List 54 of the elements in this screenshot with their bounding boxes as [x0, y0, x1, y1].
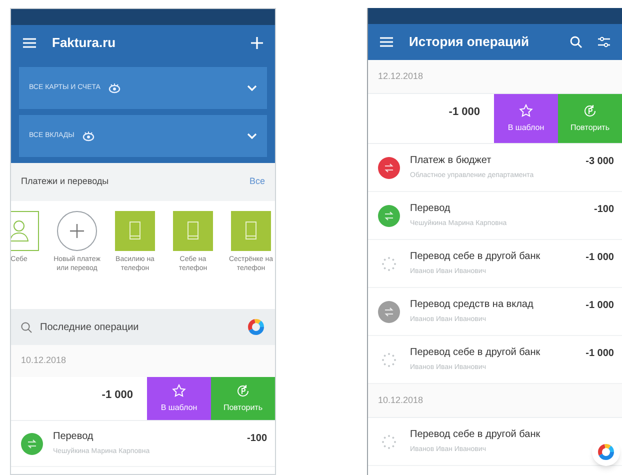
amount: -1 000	[448, 105, 480, 120]
donut-chart-icon	[597, 443, 615, 461]
repeat-icon	[583, 104, 597, 118]
arrows-icon	[383, 306, 395, 318]
plus-circle-icon	[57, 211, 97, 251]
app-title: История операций	[409, 33, 530, 52]
date-header: 10.12.2018	[11, 345, 275, 377]
amount: -1 000	[586, 251, 614, 265]
phone-icon	[231, 211, 271, 251]
operation-title: Перевод себе в другой банк	[410, 346, 540, 360]
template-button[interactable]: В шаблон	[147, 377, 211, 420]
repeat-button[interactable]: Повторить	[211, 377, 275, 420]
amount: -1 000	[102, 388, 133, 403]
arrows-icon	[26, 438, 38, 450]
amount: -1 000	[586, 347, 614, 361]
repeat-button[interactable]: Повторить	[558, 94, 622, 143]
add-icon[interactable]	[251, 37, 263, 49]
filter-icon[interactable]	[598, 36, 610, 48]
chevron-down-icon	[247, 133, 257, 139]
loading-icon	[381, 352, 397, 368]
search-icon	[21, 322, 32, 332]
eye-icon	[108, 82, 122, 94]
template-button[interactable]: В шаблон	[494, 94, 558, 143]
section-title: Платежи и переводы	[21, 175, 109, 188]
operation-title: Перевод средств на вклад	[410, 298, 534, 312]
donut-chart-icon[interactable]	[247, 318, 265, 336]
amount: -100	[246, 432, 267, 446]
phone-icon	[173, 211, 213, 251]
all-link[interactable]: Все	[249, 175, 265, 189]
chevron-down-icon	[247, 85, 257, 91]
search-field[interactable]: Последние операции	[11, 309, 275, 345]
search-icon[interactable]	[570, 36, 582, 48]
operation-title: Перевод себе в другой банк	[410, 428, 540, 442]
operation-title: Перевод	[410, 202, 450, 216]
eye-icon	[82, 130, 96, 142]
app-title: Faktura.ru	[52, 34, 117, 52]
star-icon	[519, 104, 533, 118]
amount: -100	[594, 203, 614, 217]
phone-icon	[115, 211, 155, 251]
amount: -1 000	[586, 299, 614, 313]
date-header: 12.12.2018	[368, 60, 622, 94]
loading-icon	[381, 256, 397, 272]
operation-title: Перевод себе в другой банк	[410, 250, 540, 264]
arrows-icon	[383, 162, 395, 174]
operation-title: Перевод	[53, 430, 94, 444]
star-icon	[172, 384, 186, 398]
date-header: 10.12.2018	[368, 384, 622, 418]
loading-icon	[381, 434, 397, 450]
menu-icon[interactable]	[380, 37, 393, 47]
amount: -3 000	[586, 155, 614, 169]
menu-icon[interactable]	[23, 38, 36, 48]
operation-title: Платеж в бюджет	[410, 154, 492, 168]
repeat-icon	[236, 384, 250, 398]
arrows-icon	[383, 210, 395, 222]
